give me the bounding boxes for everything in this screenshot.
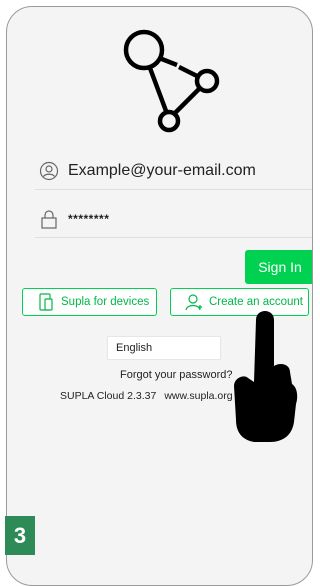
sign-in-button[interactable]: Sign In (245, 250, 312, 284)
forgot-password-link[interactable]: Forgot your password? (120, 369, 233, 381)
password-value: ******** (68, 212, 110, 226)
supla-for-devices-label: Supla for devices (61, 296, 150, 308)
step-badge: 3 (5, 516, 35, 555)
supla-for-devices-button[interactable]: Supla for devices (22, 288, 157, 316)
email-value: Example@your-email.com (68, 162, 256, 179)
password-field[interactable]: ******** (35, 201, 312, 238)
language-select[interactable]: English (107, 336, 221, 360)
tablet-phone-icon (37, 293, 55, 311)
lock-icon (38, 208, 60, 230)
email-field[interactable]: Example@your-email.com (35, 153, 312, 190)
supla-logo-icon (123, 29, 220, 133)
add-user-icon (185, 293, 203, 311)
footer: SUPLA Cloud 2.3.37 www.supla.org (60, 390, 233, 402)
user-icon (38, 160, 60, 182)
version-text: SUPLA Cloud 2.3.37 (60, 390, 157, 402)
hand-pointer-icon (234, 311, 298, 442)
website-link[interactable]: www.supla.org (164, 390, 232, 402)
